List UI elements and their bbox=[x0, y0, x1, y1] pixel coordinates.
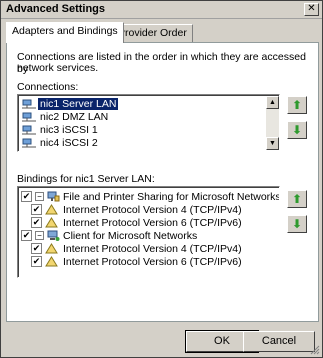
binding-label: Client for Microsoft Networks bbox=[63, 230, 198, 242]
binding-checkbox[interactable]: ✔ bbox=[31, 217, 42, 228]
network-adapter-icon bbox=[22, 138, 36, 148]
binding-checkbox[interactable]: ✔ bbox=[31, 243, 42, 254]
tab-provider-order[interactable]: Provider Order bbox=[112, 24, 193, 42]
title-bar[interactable]: Advanced Settings ✕ bbox=[1, 1, 322, 19]
binding-checkbox[interactable]: ✔ bbox=[21, 191, 32, 202]
move-binding-up-button[interactable]: ⬆ bbox=[287, 190, 307, 208]
connections-scrollbar[interactable]: ▲ ▼ bbox=[266, 96, 279, 150]
binding-label: Internet Protocol Version 6 (TCP/IPv6) bbox=[63, 256, 242, 268]
network-adapter-icon bbox=[22, 112, 36, 122]
connection-label: nic1 Server LAN bbox=[38, 98, 119, 110]
protocol-icon bbox=[45, 243, 58, 254]
binding-label: File and Printer Sharing for Microsoft N… bbox=[63, 191, 280, 203]
protocol-icon bbox=[45, 256, 58, 267]
connection-label: nic4 iSCSI 2 bbox=[40, 137, 98, 149]
arrow-down-icon: ⬇ bbox=[291, 217, 303, 231]
collapse-toggle[interactable]: − bbox=[35, 192, 44, 201]
binding-checkbox[interactable]: ✔ bbox=[21, 230, 32, 241]
protocol-icon bbox=[45, 217, 58, 228]
binding-checkbox[interactable]: ✔ bbox=[31, 204, 42, 215]
binding-label: Internet Protocol Version 4 (TCP/IPv4) bbox=[63, 243, 242, 255]
network-share-icon bbox=[47, 191, 60, 202]
tab-adapters-and-bindings[interactable]: Adapters and Bindings bbox=[6, 22, 124, 43]
protocol-icon bbox=[45, 204, 58, 215]
adapters-bindings-panel: Connections are listed in the order in w… bbox=[6, 42, 319, 322]
move-connection-up-button[interactable]: ⬆ bbox=[287, 96, 307, 114]
arrow-up-icon: ⬆ bbox=[291, 98, 303, 112]
network-adapter-icon bbox=[22, 125, 36, 135]
close-button[interactable]: ✕ bbox=[304, 3, 319, 16]
scroll-down-button[interactable]: ▼ bbox=[266, 137, 279, 150]
resize-grip-icon[interactable] bbox=[309, 344, 320, 355]
description-line-2: network services. bbox=[17, 62, 99, 74]
connections-label: Connections: bbox=[17, 81, 79, 93]
connections-list[interactable]: nic1 Server LAN nic2 DMZ LAN nic3 iSCSI … bbox=[17, 94, 280, 152]
binding-label: Internet Protocol Version 4 (TCP/IPv4) bbox=[63, 204, 242, 216]
window-title: Advanced Settings bbox=[6, 3, 106, 15]
arrow-down-icon: ⬇ bbox=[291, 123, 303, 137]
advanced-settings-dialog: Advanced Settings ✕ Adapters and Binding… bbox=[0, 0, 323, 358]
arrow-up-icon: ⬆ bbox=[291, 192, 303, 206]
move-binding-down-button[interactable]: ⬇ bbox=[287, 215, 307, 233]
move-connection-down-button[interactable]: ⬇ bbox=[287, 121, 307, 139]
scroll-up-button[interactable]: ▲ bbox=[266, 96, 279, 109]
cancel-button[interactable]: Cancel bbox=[243, 331, 315, 352]
connection-label: nic3 iSCSI 1 bbox=[40, 124, 98, 136]
collapse-toggle[interactable]: − bbox=[35, 231, 44, 240]
network-adapter-icon bbox=[22, 99, 36, 109]
bindings-label: Bindings for nic1 Server LAN: bbox=[17, 173, 155, 185]
connection-label: nic2 DMZ LAN bbox=[40, 111, 109, 123]
network-client-icon bbox=[47, 230, 60, 241]
binding-checkbox[interactable]: ✔ bbox=[31, 256, 42, 267]
binding-label: Internet Protocol Version 6 (TCP/IPv6) bbox=[63, 217, 242, 229]
bindings-tree[interactable]: ✔ − File and Printer Sharing for Microso… bbox=[17, 186, 280, 278]
